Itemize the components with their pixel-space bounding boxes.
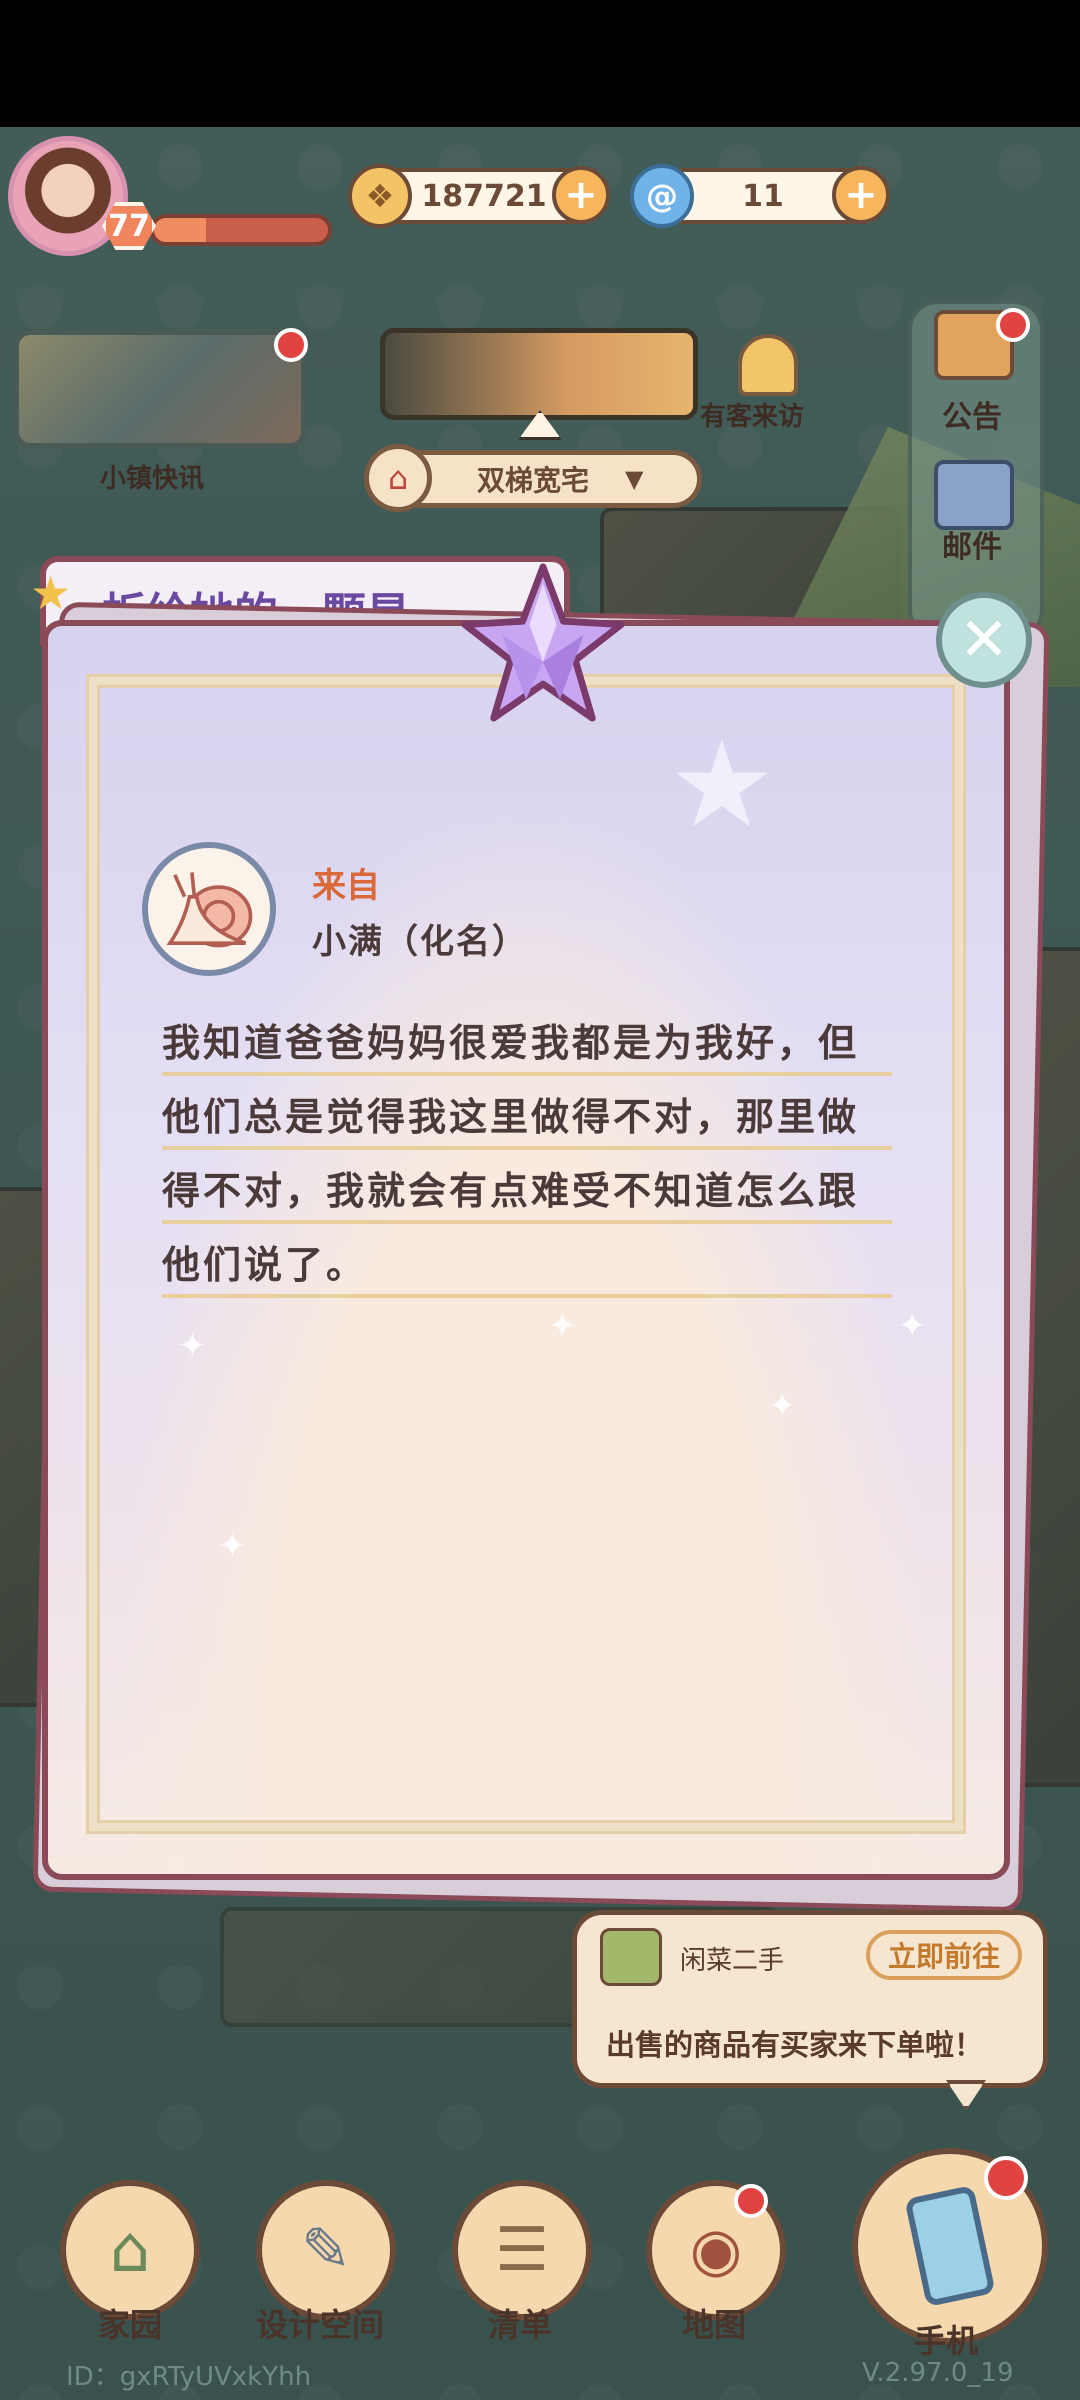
sparkle-icon: ✦ bbox=[218, 1526, 247, 1566]
swirl-gem-icon: @ bbox=[630, 164, 694, 228]
level-progress-bar bbox=[150, 214, 332, 246]
phone-icon bbox=[904, 2184, 996, 2308]
sender-name: 小满（化名） bbox=[312, 922, 528, 962]
close-icon: ✕ bbox=[958, 605, 1010, 675]
version-label: V.2.97.0_19 bbox=[862, 2358, 1014, 2388]
ruler-pencil-icon: ✎ bbox=[300, 2215, 352, 2285]
weather-panel[interactable] bbox=[380, 328, 698, 420]
nav-map-label: 地图 bbox=[682, 2306, 747, 2344]
add-coins-button[interactable]: + bbox=[552, 166, 610, 224]
sparkle-icon: ✦ bbox=[768, 1386, 797, 1426]
level-progress-fill bbox=[154, 218, 207, 242]
sparkle-icon: ✦ bbox=[898, 1306, 927, 1346]
announcement-label: 公告 bbox=[942, 400, 1002, 435]
nav-design-button[interactable]: ✎ bbox=[256, 2180, 396, 2320]
mail-icon[interactable] bbox=[934, 460, 1014, 530]
phone-notice-dot bbox=[984, 2156, 1028, 2200]
status-bar bbox=[0, 0, 1080, 127]
visitor-label: 有客来访 bbox=[700, 402, 805, 432]
owl-map-icon: ◉ bbox=[689, 2215, 743, 2285]
sparkle-icon: ✦ bbox=[178, 1326, 207, 1366]
snail-icon bbox=[166, 872, 253, 948]
nav-phone-label: 手机 bbox=[914, 2322, 979, 2360]
from-label: 来自 bbox=[312, 866, 380, 906]
announcement-notice-dot bbox=[996, 308, 1030, 342]
house-selector-label: 双梯宽宅 bbox=[477, 464, 590, 497]
chevron-down-icon: ▼ bbox=[625, 465, 644, 493]
coin-icon: ❖ bbox=[348, 164, 412, 228]
nav-design-label: 设计空间 bbox=[256, 2306, 385, 2344]
player-id: ID：gxRTyUVxkYhh bbox=[66, 2362, 312, 2392]
bell-icon[interactable] bbox=[738, 334, 798, 396]
checklist-icon: ☰ bbox=[495, 2215, 549, 2285]
snail-avatar-icon bbox=[142, 842, 276, 976]
close-button[interactable]: ✕ bbox=[936, 592, 1032, 688]
town-news-thumbnail[interactable] bbox=[14, 330, 306, 448]
house-selector[interactable]: 双梯宽宅 ▼ bbox=[392, 450, 702, 508]
shop-icon bbox=[600, 1928, 662, 1986]
notification-message: 出售的商品有买家来下单啦！ bbox=[606, 2028, 984, 2062]
house-icon: ⌂ bbox=[109, 2213, 151, 2287]
nav-home-button[interactable]: ⌂ bbox=[60, 2180, 200, 2320]
mail-label: 邮件 bbox=[942, 530, 1002, 565]
go-now-button[interactable]: 立即前往 bbox=[866, 1930, 1022, 1980]
letter-message: 我知道爸爸妈妈很爱我都是为我好，但他们总是觉得我这里做得不对，那里做得不对，我就… bbox=[162, 1006, 892, 1302]
notification-app-name: 闲菜二手 bbox=[680, 1946, 785, 1976]
news-notice-dot bbox=[274, 328, 308, 362]
gem-value: 11 bbox=[742, 178, 784, 214]
nav-home-label: 家园 bbox=[98, 2306, 163, 2344]
nav-list-label: 清单 bbox=[488, 2306, 553, 2344]
map-notice-dot bbox=[734, 2184, 768, 2218]
house-icon: ⌂ bbox=[364, 444, 432, 512]
faint-star-icon: ★ bbox=[668, 716, 776, 855]
coin-value: 187721 bbox=[421, 178, 547, 214]
nav-list-button[interactable]: ☰ bbox=[452, 2180, 592, 2320]
add-gems-button[interactable]: + bbox=[832, 166, 890, 224]
crystal-star-icon bbox=[461, 563, 625, 722]
town-news-label: 小镇快讯 bbox=[100, 464, 205, 494]
sparkle-icon: ✦ bbox=[548, 1306, 577, 1346]
level-value: 77 bbox=[108, 208, 150, 244]
